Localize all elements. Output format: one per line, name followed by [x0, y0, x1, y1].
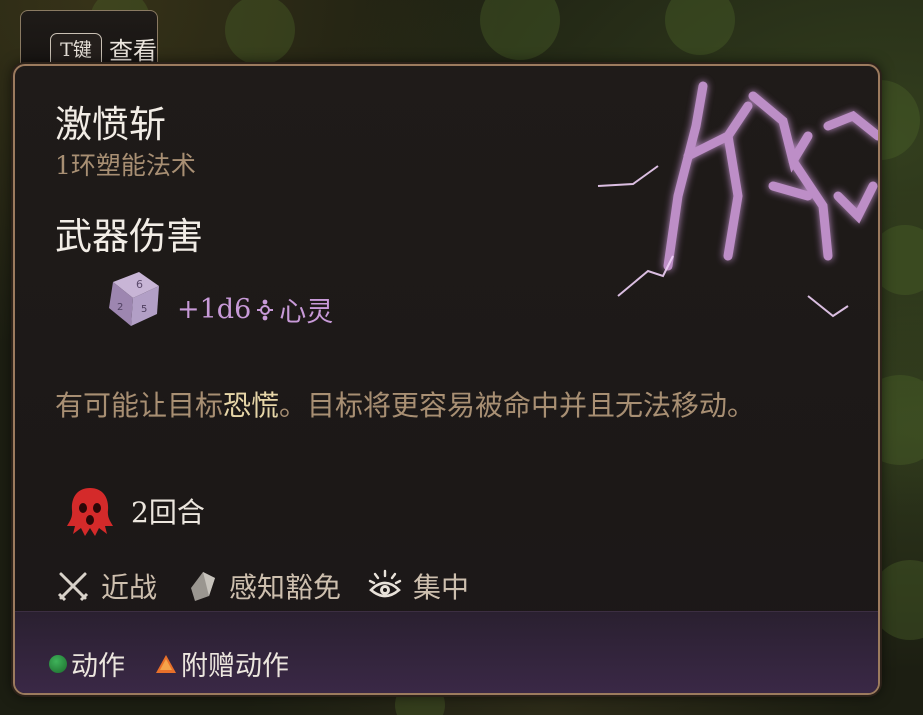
cost-label: 动作: [71, 651, 125, 682]
cost-label: 附赠动作: [181, 651, 289, 682]
condition-row[interactable]: 2回合: [61, 482, 205, 540]
action-dot-icon: [49, 654, 67, 673]
spell-level-school: 1环塑能法术: [55, 151, 196, 180]
svg-text:2: 2: [117, 302, 123, 313]
damage-dice: +1d6: [177, 294, 252, 325]
frightened-icon: [67, 488, 113, 536]
spell-sigil-icon: [597, 81, 878, 318]
spell-tooltip-card: 激愤斩 1环塑能法术 武器伤害 6 2 5 +1d6 心灵 有可能让目标恐慌。目…: [13, 64, 880, 695]
bonus-action-triangle-icon: [156, 654, 176, 673]
spell-properties: 近战 感知豁免 集中: [55, 566, 495, 606]
action-costs: 动作 附赠动作: [49, 644, 319, 683]
cost-action[interactable]: 动作: [49, 644, 125, 683]
frightened-keyword-link[interactable]: 恐慌: [223, 389, 279, 422]
description-text-2: 。目标将更容易被命中并且无法移动。: [279, 389, 756, 422]
property-melee[interactable]: 近战: [55, 566, 157, 606]
shield-icon: [191, 572, 216, 601]
property-saving-throw[interactable]: 感知豁免: [183, 566, 341, 606]
svg-text:6: 6: [136, 278, 143, 291]
inspect-hotkey-tab[interactable]: T键 查看: [20, 10, 158, 72]
property-label: 感知豁免: [229, 571, 342, 604]
description-text: 有可能让目标: [55, 389, 224, 422]
crossed-swords-icon: [57, 572, 89, 602]
property-label: 集中: [413, 571, 470, 604]
psychic-icon: [257, 299, 274, 320]
damage-section-title: 武器伤害: [55, 215, 203, 258]
spell-name: 激愤斩: [55, 103, 166, 146]
cost-bonus-action[interactable]: 附赠动作: [155, 644, 289, 683]
property-concentration[interactable]: 集中: [367, 566, 469, 606]
property-label: 近战: [101, 571, 158, 604]
spell-description: 有可能让目标恐慌。目标将更容易被命中并且无法移动。: [55, 382, 855, 431]
condition-duration: 2回合: [131, 496, 205, 529]
damage-roll: +1d6 心灵: [177, 290, 333, 329]
d6-die-icon: 6 2 5: [109, 272, 159, 326]
svg-text:5: 5: [141, 304, 147, 315]
concentration-eye-icon: [368, 569, 402, 598]
damage-type: 心灵: [279, 297, 334, 328]
